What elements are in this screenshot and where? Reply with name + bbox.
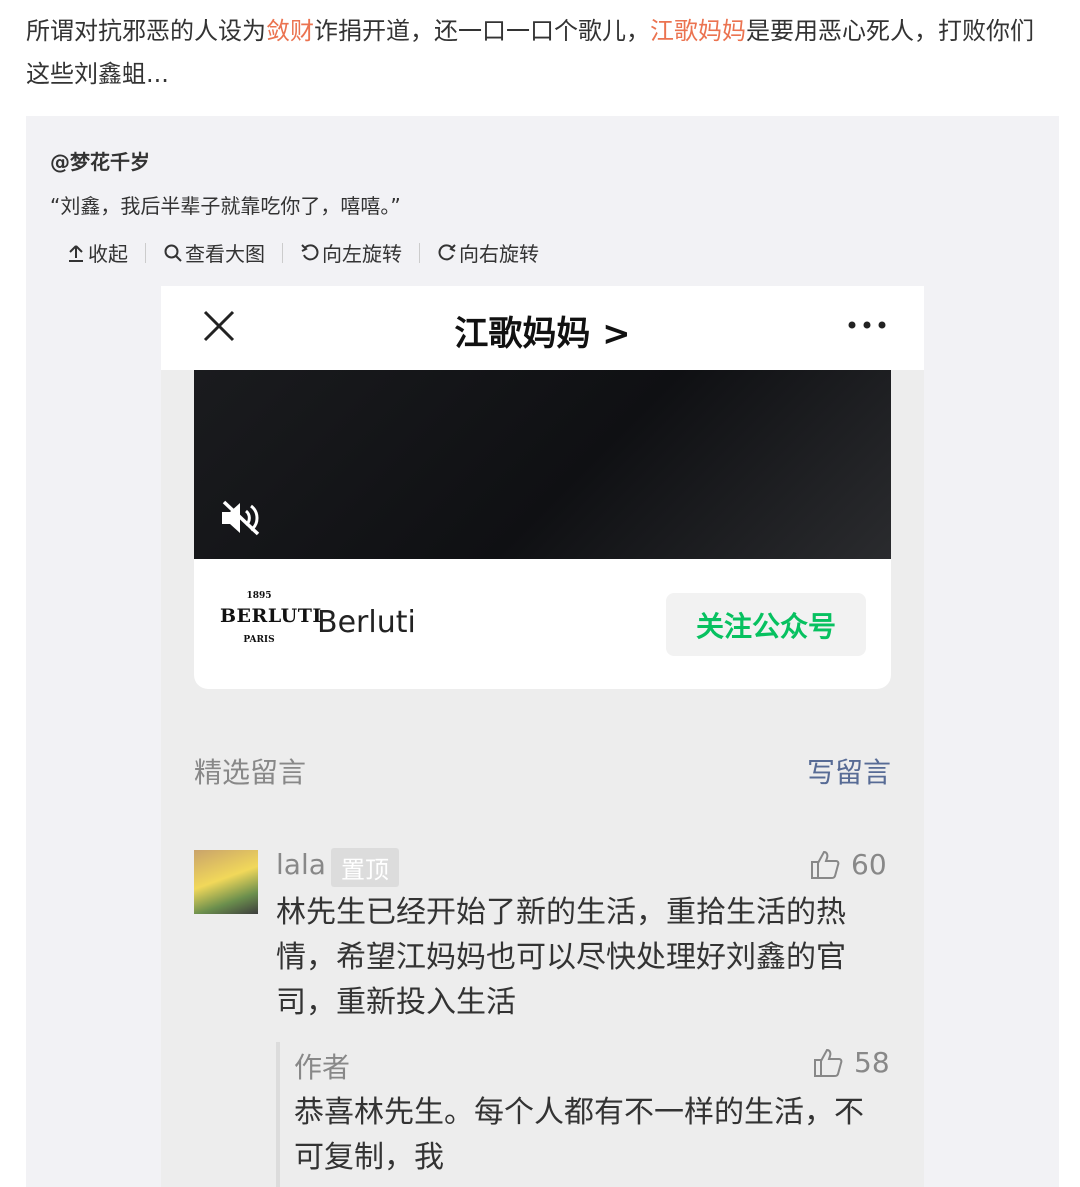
rotate-left-icon [301, 243, 319, 260]
reply-author: 作者 [294, 1051, 351, 1084]
search-icon [164, 244, 182, 262]
view-large-label: 查看大图 [185, 242, 265, 266]
post-text-part-1: 所谓对抗邪恶的人设为 [26, 17, 266, 45]
pinned-badge: 置顶 [331, 848, 399, 887]
collapse-button[interactable]: 收起 [66, 238, 128, 267]
post-text-part-2: 诈捐开道，还一口一口个歌儿， [314, 17, 650, 45]
follow-account-button: 关注公众号 [666, 593, 866, 656]
rotate-right-icon [438, 243, 456, 260]
thumbs-up-icon [814, 1048, 843, 1077]
upload-arrow-icon [69, 244, 83, 262]
comment-text: 林先生已经开始了新的生活，重拾生活的热情，希望江妈妈也可以尽快处理好刘鑫的官司，… [276, 895, 846, 1020]
author-reply: 作者 58 恭喜林先生。每个人都有不一样的生活，不可复制，我 [276, 1042, 895, 1187]
logo-city: PARIS [243, 635, 275, 645]
thumbs-up-icon [811, 850, 840, 879]
toolbar-divider [145, 242, 146, 263]
wechat-header: 江歌妈妈 > [161, 286, 924, 370]
topic-link-fundraising[interactable]: 敛财 [266, 17, 314, 45]
image-toolbar: 收起 查看大图 向左旋转 向右旋转 [66, 238, 539, 267]
toolbar-divider [419, 242, 420, 263]
write-comment-link: 写留言 [806, 756, 891, 789]
logo-year: 1895 [246, 591, 272, 601]
post-text: 所谓对抗邪恶的人设为敛财诈捐开道，还一口一口个歌儿，江歌妈妈是要用恶心死人，打败… [26, 10, 1056, 96]
reply-like: 58 [812, 1046, 890, 1079]
repost-container: @梦花千岁 “刘鑫，我后半辈子就靠吃你了，嘻嘻。” 收起 查看大图 向左旋转 向… [26, 116, 1059, 1187]
selected-comments-label: 精选留言 [194, 756, 307, 789]
rotate-right-label: 向右旋转 [459, 242, 539, 266]
wechat-screenshot-image[interactable]: 江歌妈妈 > 1895 BERLUTI PARIS Berluti 关注公众号 … [161, 286, 924, 1187]
more-options-icon [848, 321, 886, 329]
berluti-logo: 1895 BERLUTI PARIS [220, 591, 322, 661]
commenter-name: lala [276, 848, 326, 881]
avatar [194, 850, 258, 914]
account-name: Berluti [317, 605, 416, 640]
repost-quote: “刘鑫，我后半辈子就靠吃你了，嘻嘻。” [50, 194, 401, 218]
rotate-left-button[interactable]: 向左旋转 [300, 238, 402, 267]
collapse-label: 收起 [88, 242, 128, 266]
rotate-right-button[interactable]: 向右旋转 [437, 238, 539, 267]
reply-text: 恭喜林先生。每个人都有不一样的生活，不可复制，我 [294, 1095, 864, 1175]
toolbar-divider [282, 242, 283, 263]
comment-like-count: 60 [851, 848, 887, 881]
video-player [194, 370, 891, 559]
rotate-left-label: 向左旋转 [322, 242, 402, 266]
account-card: 1895 BERLUTI PARIS Berluti 关注公众号 [194, 559, 891, 689]
mute-icon [222, 500, 260, 536]
wechat-title: 江歌妈妈 > [454, 314, 631, 354]
comment-like: 60 [809, 848, 887, 881]
view-large-button[interactable]: 查看大图 [163, 238, 265, 267]
logo-brand: BERLUTI [220, 605, 322, 627]
topic-link-jiangge-mother[interactable]: 江歌妈妈 [650, 17, 746, 45]
repost-username[interactable]: @梦花千岁 [50, 146, 150, 175]
reply-like-count: 58 [854, 1046, 890, 1079]
